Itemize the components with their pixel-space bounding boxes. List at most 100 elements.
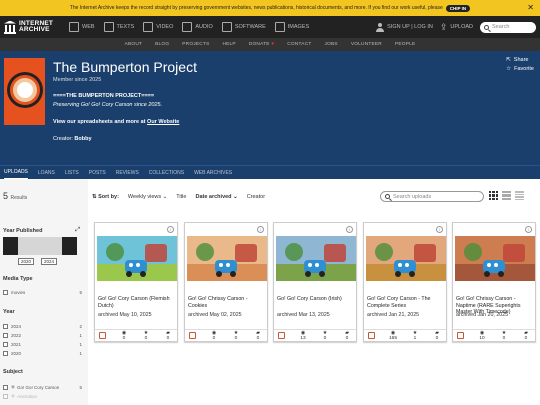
subnav-volunteer[interactable]: VOLUNTEER <box>351 42 382 47</box>
facet-movies[interactable]: movies 5 <box>3 290 82 295</box>
reviews-stat: ▰ 0 <box>519 331 533 342</box>
nav-software[interactable]: SOFTWARE <box>221 22 266 32</box>
tab-reviews[interactable]: REVIEWS <box>116 170 139 179</box>
subnav-help[interactable]: HELP <box>222 42 235 47</box>
facet-year-2021[interactable]: 2021 1 <box>3 342 82 347</box>
list-view-icon[interactable] <box>502 191 511 200</box>
year-published-heading: Year Published <box>3 228 43 234</box>
upload-link[interactable]: ⇪ UPLOAD <box>440 22 473 32</box>
histogram-bar <box>62 237 77 255</box>
item-stats: ◉ 10 ★ 0 ▰ 0 <box>453 329 535 341</box>
sort-weekly-views[interactable]: Weekly views ⌄ <box>128 194 167 200</box>
item-thumbnail[interactable] <box>187 236 267 281</box>
subnav-about[interactable]: ABOUT <box>125 42 143 47</box>
tab-lists[interactable]: LISTS <box>65 170 79 179</box>
item-stats: ◉ 0 ★ 0 ▰ 0 <box>185 329 267 341</box>
facet-year-2022[interactable]: 2022 1 <box>3 333 82 338</box>
top-navigation: INTERNET ARCHIVE WEB TEXTS VIDEO AUDIO S… <box>0 16 540 38</box>
favorite-button[interactable]: ☆ Favorite <box>506 66 534 72</box>
website-link[interactable]: Our Website <box>147 119 179 125</box>
item-info-icon[interactable]: i <box>167 226 174 233</box>
checkbox[interactable] <box>3 290 8 295</box>
item-card[interactable]: i Go! Go! Chrissy Carson - Cookies archi… <box>184 222 268 342</box>
item-thumbnail[interactable] <box>276 236 356 281</box>
item-thumbnail[interactable] <box>366 236 446 281</box>
subnav-contact[interactable]: CONTACT <box>287 42 311 47</box>
views-stat: ◉ 165 <box>386 331 400 342</box>
facet-year-2024[interactable]: 2024 2 <box>3 324 82 329</box>
subnav-jobs[interactable]: JOBS <box>325 42 338 47</box>
tab-loans[interactable]: LOANS <box>38 170 55 179</box>
item-card[interactable]: i Go! Go! Chrissy Carson - Naptime (RARE… <box>452 222 536 342</box>
chip-in-button[interactable]: CHIP IN <box>445 4 471 12</box>
site-search-input[interactable]: Search <box>480 21 536 33</box>
facet-subject[interactable]: ◉ Go! Go! Cory Carson 5 <box>3 384 82 390</box>
close-icon[interactable]: ✕ <box>527 3 534 12</box>
subnav-people[interactable]: PEOPLE <box>395 42 415 47</box>
reviews-stat: ▰ 0 <box>340 331 354 342</box>
facet-subject[interactable]: ◉ Animation <box>3 393 82 399</box>
subnav-donate[interactable]: DONATE ♥ <box>249 42 274 47</box>
item-title[interactable]: Go! Go! Chrissy Carson - Cookies <box>188 296 264 309</box>
year-from-input[interactable]: 2020 <box>18 258 35 265</box>
nav-web[interactable]: WEB <box>69 22 95 32</box>
images-icon <box>274 22 285 32</box>
item-title[interactable]: Go! Go! Cory Carson - The Complete Serie… <box>367 296 443 309</box>
subnav-projects[interactable]: PROJECTS <box>182 42 209 47</box>
item-card[interactable]: i Go! Go! Cory Carson (Flemish Dutch) ar… <box>94 222 178 342</box>
tab-uploads[interactable]: UPLOADS <box>4 169 28 179</box>
nav-images[interactable]: IMAGES <box>274 22 309 32</box>
item-info-icon[interactable]: i <box>257 226 264 233</box>
share-button[interactable]: ⇱ Share <box>506 57 534 63</box>
banner-message: The Internet Archive keeps the record st… <box>69 5 443 11</box>
audio-icon <box>182 22 193 32</box>
nav-video[interactable]: VIDEO <box>143 22 173 32</box>
compact-view-icon[interactable] <box>515 191 524 200</box>
item-title[interactable]: Go! Go! Cory Carson (Flemish Dutch) <box>98 296 174 309</box>
archive-building-icon <box>4 20 16 34</box>
tab-collections[interactable]: COLLECTIONS <box>149 170 184 179</box>
year-histogram[interactable] <box>3 237 77 255</box>
movie-icon <box>189 332 196 339</box>
facet-year-2020[interactable]: 2020 1 <box>3 351 82 356</box>
item-info-icon[interactable]: i <box>436 226 443 233</box>
item-title[interactable]: Go! Go! Cory Carson (Irish) <box>277 296 353 303</box>
nav-texts[interactable]: TEXTS <box>103 22 134 32</box>
texts-icon <box>103 22 114 32</box>
sort-title[interactable]: Title <box>176 194 186 200</box>
search-uploads-input[interactable]: Search uploads <box>380 191 484 202</box>
movie-icon <box>457 332 464 339</box>
reviews-stat: ▰ 0 <box>430 331 444 342</box>
view-toggles <box>489 191 524 200</box>
profile-tabs: UPLOADS LOANS LISTS POSTS REVIEWS COLLEC… <box>0 165 540 179</box>
results-count: 5 Results <box>3 191 28 201</box>
search-icon <box>484 24 489 30</box>
movie-icon <box>278 332 285 339</box>
profile-creator: Creator: Bobby <box>53 136 92 142</box>
internet-archive-logo[interactable]: INTERNET ARCHIVE <box>4 20 62 34</box>
star-icon: ☆ <box>506 66 512 72</box>
item-info-icon[interactable]: i <box>346 226 353 233</box>
item-thumbnail[interactable] <box>455 236 535 281</box>
profile-header: The Bumperton Project Member since 2025 … <box>0 51 540 165</box>
eye-icon: ◉ <box>11 384 15 389</box>
item-info-icon[interactable]: i <box>525 226 532 233</box>
item-stats: ◉ 165 ★ 1 ▰ 0 <box>364 329 446 341</box>
sort-creator[interactable]: Creator <box>247 194 265 200</box>
tab-posts[interactable]: POSTS <box>89 170 106 179</box>
signin-link[interactable]: SIGN UP | LOG IN <box>376 22 433 32</box>
year-to-input[interactable]: 2024 <box>41 258 58 265</box>
views-stat: ◉ 0 <box>207 331 221 342</box>
expand-icon[interactable]: ⤢ <box>75 227 80 234</box>
software-icon <box>221 22 232 32</box>
profile-title: The Bumperton Project <box>53 59 197 75</box>
tab-web-archives[interactable]: WEB ARCHIVES <box>194 170 232 179</box>
item-card[interactable]: i Go! Go! Cory Carson (Irish) archived M… <box>273 222 357 342</box>
item-stats: ◉ 0 ★ 0 ▰ 0 <box>95 329 177 341</box>
item-thumbnail[interactable] <box>97 236 177 281</box>
subnav-blog[interactable]: BLOG <box>155 42 169 47</box>
sort-date-archived[interactable]: Date archived ⌄ <box>195 194 237 200</box>
item-card[interactable]: i Go! Go! Cory Carson - The Complete Ser… <box>363 222 447 342</box>
grid-view-icon[interactable] <box>489 191 498 200</box>
nav-audio[interactable]: AUDIO <box>182 22 213 32</box>
